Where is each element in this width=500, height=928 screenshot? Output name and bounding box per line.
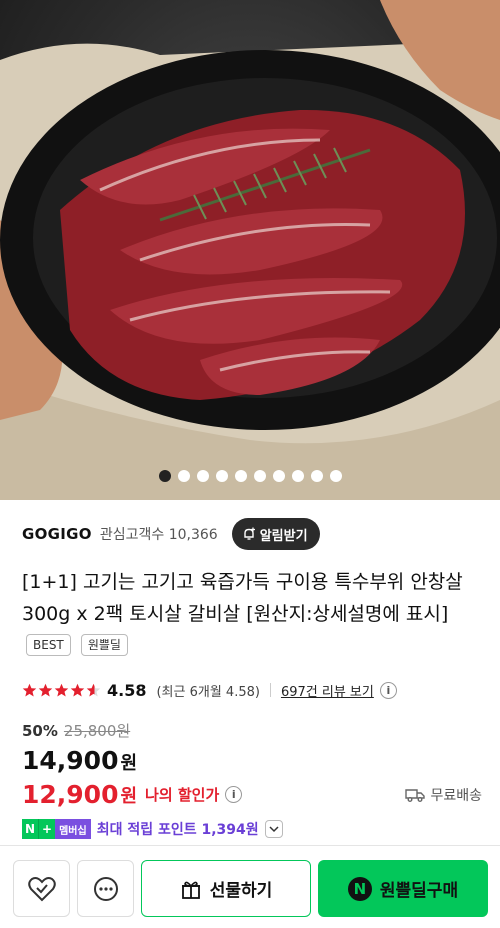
bell-plus-icon xyxy=(243,527,255,540)
divider xyxy=(269,683,271,697)
rating-row: 4.58 (최근 6개월 4.58) 697건 리뷰 보기 i xyxy=(22,678,482,702)
my-price-row: 12,900 원 나의 할인가 i 무료배송 xyxy=(22,780,482,809)
carousel-dot[interactable] xyxy=(253,470,266,482)
discount-row: 50% 25,800원 xyxy=(22,720,130,741)
badge-n: N xyxy=(22,819,39,839)
product-image[interactable] xyxy=(0,0,500,500)
reviews-link[interactable]: 697건 리뷰 보기 xyxy=(281,681,374,700)
my-discount-price: 12,900 xyxy=(22,780,119,809)
alert-subscribe-button[interactable]: 알림받기 xyxy=(231,518,320,550)
carousel-dot[interactable] xyxy=(158,470,171,482)
one-plus-deal-buy-button[interactable]: N 원쁠딜구매 xyxy=(318,860,488,917)
naver-plus-membership-badge: N + 멤버십 xyxy=(22,819,91,839)
star-icon xyxy=(70,683,85,696)
best-tag: BEST xyxy=(26,634,71,656)
chat-bubble-icon xyxy=(93,876,118,901)
star-icon xyxy=(22,683,37,696)
info-icon[interactable]: i xyxy=(379,681,397,699)
carousel-dot[interactable] xyxy=(291,470,304,482)
recent-rating: (최근 6개월 4.58) xyxy=(156,684,260,700)
buy-label: 원쁠딜구매 xyxy=(379,881,459,901)
carousel-dot[interactable] xyxy=(215,470,228,482)
rating-stars xyxy=(22,683,101,698)
star-icon xyxy=(38,683,53,696)
product-photo-grilled-beef xyxy=(0,0,500,500)
badge-membership: 멤버십 xyxy=(55,819,91,839)
fans-number: 10,366 xyxy=(168,527,218,543)
carousel-dot[interactable] xyxy=(196,470,209,482)
fans-count: 관심고객수 10,366 xyxy=(100,524,218,544)
points-row[interactable]: N + 멤버십 최대 적립 포인트 1,394원 xyxy=(22,819,283,839)
one-plus-deal-tag: 원쁠딜 xyxy=(80,634,128,656)
carousel-dot[interactable] xyxy=(310,470,323,482)
rating-score: 4.58 xyxy=(107,680,147,700)
truck-icon xyxy=(405,788,426,802)
info-icon[interactable]: i xyxy=(225,786,243,803)
product-title: [1+1] 고기는 고기고 육즙가득 구이용 특수부위 안창살 300g x 2… xyxy=(22,566,484,662)
seller-row: GOGIGO 관심고객수 10,366 알림받기 xyxy=(22,518,482,550)
wishlist-button[interactable] xyxy=(13,860,70,917)
badge-plus: + xyxy=(38,819,56,839)
shipping-label: 무료배송 xyxy=(430,787,482,804)
heart-check-icon xyxy=(27,876,56,901)
sale-price-currency: 원 xyxy=(120,753,138,774)
carousel-dot[interactable] xyxy=(177,470,190,482)
seller-name[interactable]: GOGIGO xyxy=(22,525,92,543)
shipping-info: 무료배송 xyxy=(405,785,482,805)
sale-price: 14,900 xyxy=(22,746,119,775)
my-price-label: 나의 할인가 xyxy=(145,786,220,804)
original-price: 25,800원 xyxy=(63,722,131,740)
carousel-dot[interactable] xyxy=(329,470,342,482)
max-points-text: 최대 적립 포인트 1,394원 xyxy=(96,822,259,838)
chevron-down-icon[interactable] xyxy=(264,820,283,838)
sale-price-row: 14,900 원 xyxy=(22,746,137,775)
star-icon xyxy=(54,683,69,696)
chat-button[interactable] xyxy=(77,860,134,917)
my-price-currency: 원 xyxy=(120,785,138,807)
gift-icon xyxy=(181,881,200,899)
carousel-dot[interactable] xyxy=(234,470,247,482)
carousel-indicator xyxy=(0,470,500,482)
star-half-icon xyxy=(86,683,101,696)
gift-label: 선물하기 xyxy=(209,881,273,901)
bottom-action-bar: 선물하기 N 원쁠딜구매 xyxy=(0,845,500,928)
gift-button[interactable]: 선물하기 xyxy=(141,860,311,917)
alert-label: 알림받기 xyxy=(259,528,308,544)
naver-n-icon: N xyxy=(347,876,372,901)
discount-rate: 50% xyxy=(22,721,58,740)
carousel-dot[interactable] xyxy=(272,470,285,482)
fans-label: 관심고객수 xyxy=(99,527,165,543)
product-title-text: [1+1] 고기는 고기고 육즙가득 구이용 특수부위 안창살 300g x 2… xyxy=(22,571,463,625)
